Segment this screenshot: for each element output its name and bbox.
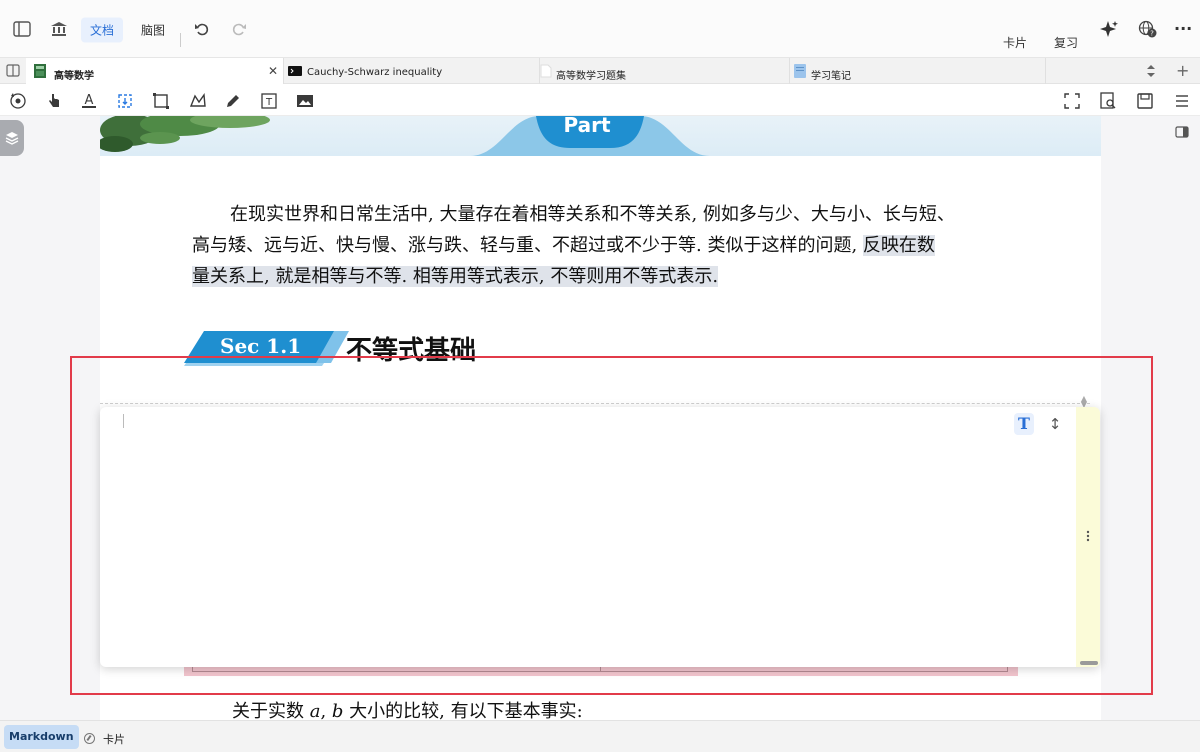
redo-icon[interactable]: [231, 21, 247, 37]
doc-search-icon[interactable]: [1099, 92, 1117, 110]
save-icon[interactable]: [1136, 92, 1154, 110]
annotation-toolbar: A T: [0, 84, 1200, 116]
top-toolbar: 文档 脑图 卡片 复习 ? ···: [0, 0, 1200, 58]
section-title: 不等式基础: [346, 336, 477, 366]
sidebar-toggle-icon[interactable]: [13, 21, 31, 37]
svg-text:?: ?: [1150, 30, 1154, 38]
layers-icon: [5, 132, 19, 145]
resize-grip[interactable]: [1080, 661, 1098, 665]
polygon-icon[interactable]: [189, 92, 207, 110]
rotate-eye-icon[interactable]: [9, 92, 27, 110]
para-line: 在现实世界和日常生活中, 大量存在着相等关系和不等关系, 例如多与少、大与小、长…: [230, 204, 955, 225]
svg-text:T: T: [265, 97, 273, 108]
tab-label: 高等数学: [54, 71, 94, 82]
compass-icon: [84, 733, 95, 744]
sparkle-ai-icon[interactable]: [1100, 20, 1118, 38]
right-panel-toggle-icon[interactable]: [1175, 125, 1189, 139]
vertical-more-icon[interactable]: [1085, 529, 1091, 543]
variable-b: b: [331, 701, 344, 720]
card-view-button[interactable]: 卡片: [1003, 34, 1027, 51]
markdown-mode-button[interactable]: Markdown: [4, 725, 79, 749]
inline-note-editor[interactable]: T ↕: [100, 407, 1100, 667]
close-icon[interactable]: ✕: [268, 64, 278, 78]
card-mode-label: 卡片: [103, 733, 125, 746]
doc-mode-button[interactable]: 文档: [81, 17, 124, 43]
para-text: 关于实数: [232, 701, 310, 720]
status-bar: Markdown 卡片: [0, 720, 1200, 752]
section-number: Sec 1.1: [220, 334, 302, 358]
undo-icon[interactable]: [194, 21, 210, 37]
intro-paragraph: 在现实世界和日常生活中, 大量存在着相等关系和不等关系, 例如多与少、大与小、长…: [192, 199, 1032, 292]
card-mode-button[interactable]: 卡片: [84, 731, 125, 747]
tab-exercise-book[interactable]: 高等数学习题集: [540, 58, 790, 84]
para-line: 高与矮、远与近、快与慢、涨与跌、轻与重、不超过或不少于等. 类似于这样的问题,: [192, 235, 863, 256]
text-box-icon[interactable]: T: [260, 92, 278, 110]
toolbar-divider: [180, 33, 181, 47]
blue-doc-icon: [794, 64, 806, 78]
comparison-paragraph: 关于实数 a, b 大小的比较, 有以下基本事实:: [232, 697, 583, 720]
para-text: 大小的比较, 有以下基本事实:: [343, 701, 583, 720]
tree-illustration: [100, 116, 270, 152]
green-book-icon: [34, 64, 46, 78]
resize-height-button[interactable]: ↕: [1048, 413, 1062, 435]
tab-list-icon[interactable]: [1146, 64, 1156, 78]
tab-label: 高等数学习题集: [556, 71, 626, 82]
highlighted-text: 量关系上, 就是相等与不等. 相等用等式表示, 不等则用不等式表示.: [192, 266, 719, 287]
highlighted-text: 反映在数: [862, 235, 935, 256]
terminal-icon: [288, 66, 302, 76]
text-format-button[interactable]: T: [1014, 413, 1034, 435]
review-button[interactable]: 复习: [1054, 34, 1078, 51]
fullscreen-icon[interactable]: [1063, 92, 1081, 110]
web-help-icon[interactable]: ?: [1138, 20, 1157, 38]
para-text: ,: [320, 701, 332, 720]
outline-list-icon[interactable]: [1173, 92, 1191, 110]
library-icon[interactable]: [50, 21, 68, 37]
tab-study-notes[interactable]: 学习笔记: [790, 58, 1046, 84]
more-icon[interactable]: ···: [1174, 21, 1192, 37]
layers-panel-button[interactable]: [0, 120, 24, 156]
tab-label: 学习笔记: [811, 71, 851, 82]
image-icon[interactable]: [296, 92, 314, 110]
tab-bar: 高等数学 ✕ Cauchy-Schwarz inequality 高等数学习题集…: [0, 58, 1200, 84]
rectangle-icon[interactable]: [152, 92, 170, 110]
blank-doc-icon: [540, 64, 552, 78]
insert-divider: [100, 403, 1090, 404]
split-view-icon[interactable]: [6, 64, 20, 77]
part-label: Part: [563, 116, 611, 137]
select-region-icon[interactable]: [116, 92, 134, 110]
tab-higher-math[interactable]: 高等数学 ✕: [26, 58, 284, 84]
tab-label: Cauchy-Schwarz inequality: [307, 67, 443, 78]
pencil-icon[interactable]: [224, 92, 242, 110]
text-highlight-icon[interactable]: A: [80, 92, 98, 110]
new-tab-icon[interactable]: +: [1176, 61, 1189, 80]
hand-pointer-icon[interactable]: [45, 92, 63, 110]
variable-a: a: [309, 701, 321, 720]
tab-cauchy-schwarz[interactable]: Cauchy-Schwarz inequality: [284, 58, 540, 84]
mindmap-mode-button[interactable]: 脑图: [132, 18, 174, 43]
svg-text:A: A: [85, 93, 94, 108]
text-caret: [123, 414, 124, 428]
